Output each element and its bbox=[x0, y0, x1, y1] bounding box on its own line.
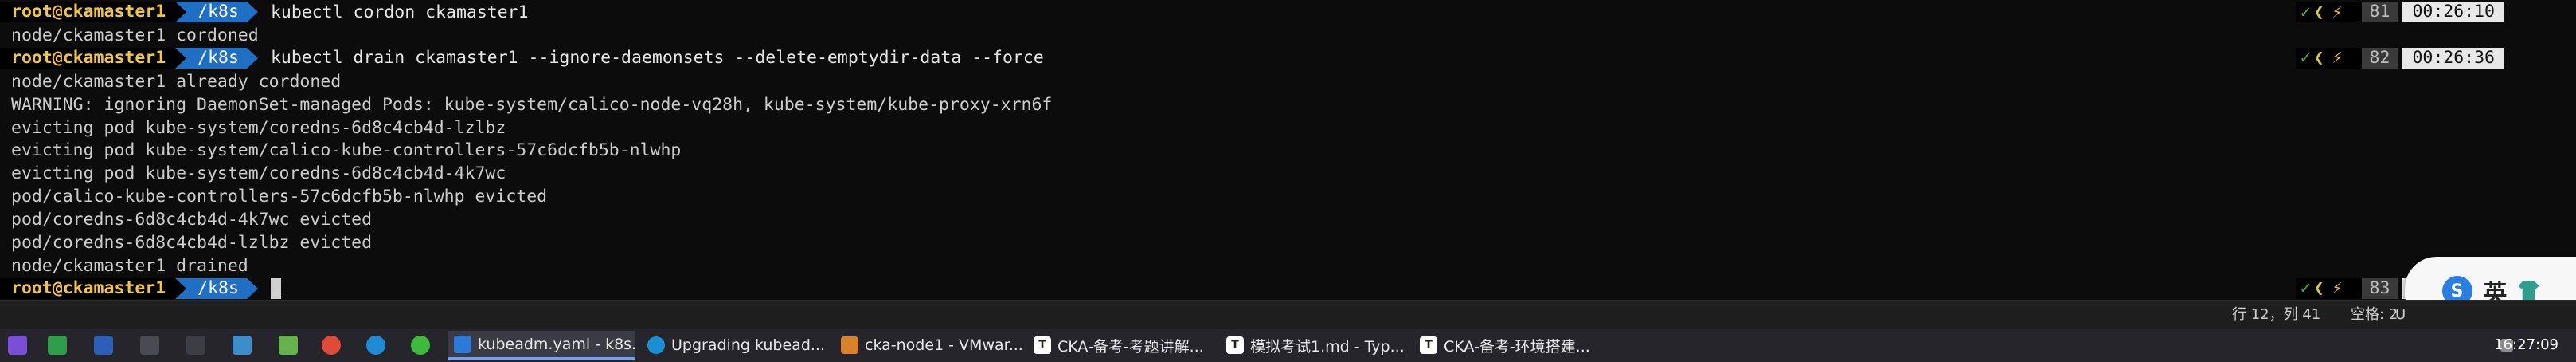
success-check-icon: ✓ bbox=[2300, 278, 2311, 299]
chrome-icon[interactable] bbox=[322, 336, 341, 355]
history-number: 83 bbox=[2361, 277, 2398, 299]
success-check-icon: ✓ bbox=[2300, 2, 2311, 22]
skin-icon bbox=[2518, 281, 2539, 301]
word-app-icon[interactable] bbox=[94, 336, 113, 355]
vscode-icon bbox=[454, 335, 471, 353]
command-time: 00:26:36 bbox=[2402, 47, 2504, 69]
taskbar-app-label: 模拟考试1.md - Typ... bbox=[1250, 337, 1405, 356]
notepad-app-icon[interactable] bbox=[279, 336, 298, 355]
terminal-window[interactable]: root@ckamaster1/k8s kubectl cordon ckamas… bbox=[0, 0, 2576, 300]
status-indicators: ✓ ❮ ⚡ bbox=[2295, 47, 2362, 69]
shell-prompt: root@ckamaster1/k8s kubectl drain ckamast… bbox=[0, 47, 1044, 69]
taskbar-app-vscode[interactable]: kubeadm.yaml - k8s... bbox=[448, 331, 635, 360]
prompt-user-host: root@ckamaster1 bbox=[0, 2, 176, 22]
windows-taskbar: kubeadm.yaml - k8s... Upgrading kubead..… bbox=[0, 329, 2576, 362]
editor-status-bar: 行 12，列 41 空格: 2 U bbox=[0, 300, 2576, 329]
prompt-separator-icon bbox=[175, 2, 187, 22]
cursor-position[interactable]: 行 12，列 41 bbox=[2232, 301, 2320, 329]
history-number: 82 bbox=[2361, 47, 2398, 69]
success-check-icon: ✓ bbox=[2300, 48, 2311, 69]
typora-icon: T bbox=[1420, 336, 1437, 354]
wechat-icon[interactable] bbox=[411, 336, 430, 355]
terminal-output-line: node/ckamaster1 cordoned bbox=[11, 25, 259, 45]
indent-spaces[interactable]: 空格: 2 bbox=[2351, 301, 2398, 329]
taskbar-clock[interactable]: 16:27:09 bbox=[2494, 329, 2558, 362]
taskbar-app-typora-3[interactable]: T CKA-备考-环境搭建... bbox=[1413, 331, 1609, 360]
terminal-output-line: evicting pod kube-system/coredns-6d8c4cb… bbox=[11, 163, 506, 184]
prompt-right-status: ✓ ❮ ⚡ 81 00:26:10 bbox=[2295, 2, 2504, 22]
remote-desktop-icon[interactable] bbox=[186, 336, 205, 355]
taskbar-app-edge[interactable]: Upgrading kubead... bbox=[641, 331, 829, 360]
terminal-output-line: WARNING: ignoring DaemonSet-managed Pods… bbox=[11, 94, 1053, 115]
terminal-output-line: node/ckamaster1 drained bbox=[11, 255, 248, 276]
vmware-icon bbox=[841, 336, 858, 354]
encoding-indicator[interactable]: U bbox=[2395, 301, 2406, 329]
terminal-output-line: evicting pod kube-system/calico-kube-con… bbox=[11, 140, 682, 161]
prompt-directory: /k8s bbox=[186, 2, 247, 22]
taskbar-app-label: kubeadm.yaml - k8s... bbox=[478, 335, 635, 353]
terminal-output-line: node/ckamaster1 already cordoned bbox=[11, 71, 342, 92]
taskbar-app-typora-1[interactable]: T CKA-备考-考题讲解... bbox=[1027, 331, 1223, 360]
prompt-right-status: ✓ ❮ ⚡ 82 00:26:36 bbox=[2295, 47, 2504, 69]
shell-command: kubectl cordon ckamaster1 bbox=[270, 2, 529, 22]
status-indicators: ✓ ❮ ⚡ bbox=[2295, 2, 2362, 22]
vmware-app-icon[interactable] bbox=[233, 336, 252, 355]
terminal-output-line: pod/coredns-6d8c4cb4d-lzlbz evicted bbox=[11, 233, 373, 253]
taskbar-app-label: Upgrading kubead... bbox=[671, 336, 825, 354]
history-number: 81 bbox=[2361, 2, 2398, 22]
edge-icon bbox=[647, 336, 665, 354]
typora-icon: T bbox=[1226, 336, 1244, 354]
command-time: 00:26:10 bbox=[2402, 2, 2504, 22]
status-indicators: ✓ ❮ ⚡ bbox=[2295, 277, 2362, 299]
prompt-directory: /k8s bbox=[186, 47, 247, 69]
bluetooth-app-icon[interactable] bbox=[366, 336, 385, 355]
prompt-user-host: root@ckamaster1 bbox=[0, 47, 176, 69]
chevron-left-icon: ❮ bbox=[2313, 2, 2324, 22]
prompt-user-host: root@ckamaster1 bbox=[0, 277, 176, 299]
bolt-icon: ⚡ bbox=[2332, 278, 2343, 299]
prompt-separator-icon bbox=[246, 277, 258, 299]
taskbar-app-typora-2[interactable]: T 模拟考试1.md - Typ... bbox=[1220, 331, 1416, 360]
bolt-icon: ⚡ bbox=[2332, 48, 2343, 69]
shell-prompt: root@ckamaster1/k8s bbox=[0, 277, 281, 299]
text-cursor[interactable] bbox=[270, 277, 281, 299]
typora-icon: T bbox=[1034, 336, 1051, 354]
taskbar-app-vmware[interactable]: cka-node1 - VMwar... bbox=[835, 331, 1026, 360]
shell-prompt: root@ckamaster1/k8s kubectl cordon ckamas… bbox=[0, 2, 529, 22]
bolt-icon: ⚡ bbox=[2332, 2, 2343, 22]
prompt-directory: /k8s bbox=[186, 277, 247, 299]
chevron-left-icon: ❮ bbox=[2313, 48, 2324, 69]
terminal-output-line: evicting pod kube-system/coredns-6d8c4cb… bbox=[11, 117, 506, 138]
taskbar-app-label: CKA-备考-环境搭建... bbox=[1444, 337, 1590, 356]
prompt-separator-icon bbox=[246, 47, 258, 69]
taskbar-app-label: CKA-备考-考题讲解... bbox=[1057, 337, 1204, 356]
visual-studio-icon[interactable] bbox=[8, 336, 27, 355]
prompt-separator-icon bbox=[246, 2, 258, 22]
terminal-output-line: pod/calico-kube-controllers-57c6dcfb5b-n… bbox=[11, 187, 548, 207]
network-tool-icon[interactable] bbox=[140, 336, 159, 355]
prompt-separator-icon bbox=[175, 47, 187, 69]
terminal-output-line: pod/coredns-6d8c4cb4d-4k7wc evicted bbox=[11, 210, 373, 230]
taskbar-app-label: cka-node1 - VMwar... bbox=[865, 336, 1023, 354]
prompt-separator-icon bbox=[175, 277, 187, 299]
terminal-app-icon[interactable] bbox=[48, 336, 67, 355]
chevron-left-icon: ❮ bbox=[2313, 278, 2324, 299]
shell-command: kubectl drain ckamaster1 --ignore-daemon… bbox=[270, 48, 1044, 69]
